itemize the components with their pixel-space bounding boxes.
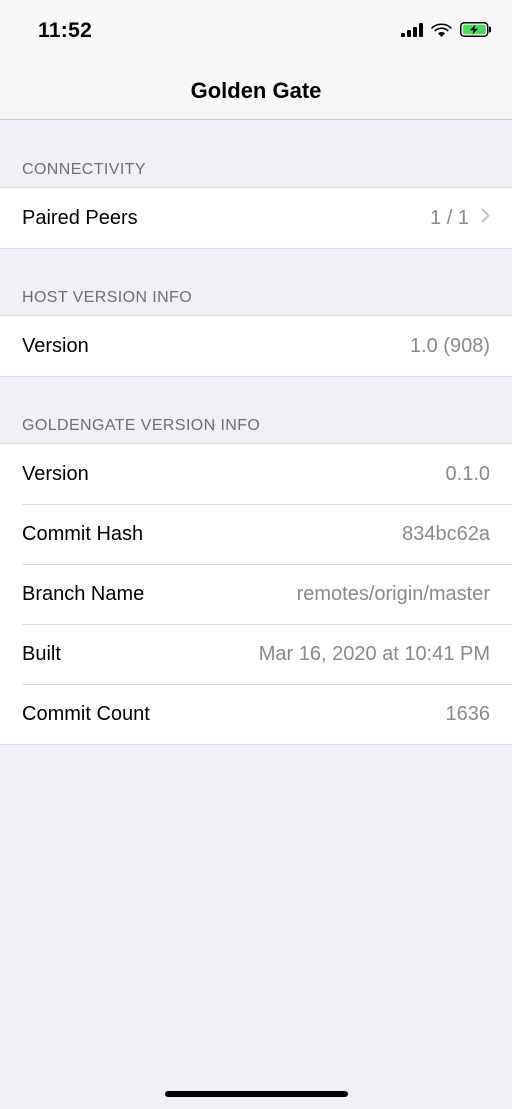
row-value: 0.1.0 — [445, 462, 490, 485]
row-value: 834bc62a — [402, 522, 490, 545]
row-label: Branch Name — [22, 582, 145, 605]
row-label: Commit Hash — [22, 522, 144, 545]
status-icons — [401, 22, 492, 42]
row-label: Paired Peers — [22, 206, 138, 229]
wifi-icon — [431, 22, 452, 42]
host-version-group: Version 1.0 (908) — [0, 315, 512, 377]
row-value: 1 / 1 — [430, 206, 469, 229]
row-value: 1636 — [445, 702, 491, 725]
goldengate-version-row: Version 0.1.0 — [0, 444, 512, 504]
commit-hash-row: Commit Hash 834bc62a — [0, 504, 512, 564]
section-header-goldengate-version-info: GOLDENGATE VERSION INFO — [22, 417, 261, 434]
row-label: Commit Count — [22, 702, 150, 725]
row-label: Built — [22, 642, 61, 665]
section-header-host-version-info: HOST VERSION INFO — [22, 289, 193, 306]
paired-peers-row[interactable]: Paired Peers 1 / 1 — [0, 188, 512, 248]
row-label: Version — [22, 462, 89, 485]
connectivity-group: Paired Peers 1 / 1 — [0, 187, 512, 249]
page-title: Golden Gate — [190, 78, 322, 103]
built-row: Built Mar 16, 2020 at 10:41 PM — [0, 624, 512, 684]
branch-name-row: Branch Name remotes/origin/master — [0, 564, 512, 624]
commit-count-row: Commit Count 1636 — [0, 684, 512, 744]
host-version-row: Version 1.0 (908) — [0, 316, 512, 376]
goldengate-version-group: Version 0.1.0 Commit Hash 834bc62a Branc… — [0, 443, 512, 745]
row-value: 1.0 (908) — [409, 334, 490, 357]
cellular-signal-icon — [401, 22, 423, 42]
section-header-connectivity: CONNECTIVITY — [22, 161, 146, 178]
battery-charging-icon — [460, 22, 492, 42]
status-time: 11:52 — [38, 19, 93, 42]
status-bar: 11:52 — [0, 0, 512, 58]
chevron-right-icon — [481, 208, 490, 228]
navigation-bar: Golden Gate — [0, 58, 512, 120]
row-value: remotes/origin/master — [296, 582, 490, 605]
row-accessory: 1 / 1 — [430, 207, 490, 230]
home-indicator[interactable] — [165, 1091, 348, 1097]
row-value: Mar 16, 2020 at 10:41 PM — [258, 642, 490, 665]
row-label: Version — [22, 334, 89, 357]
